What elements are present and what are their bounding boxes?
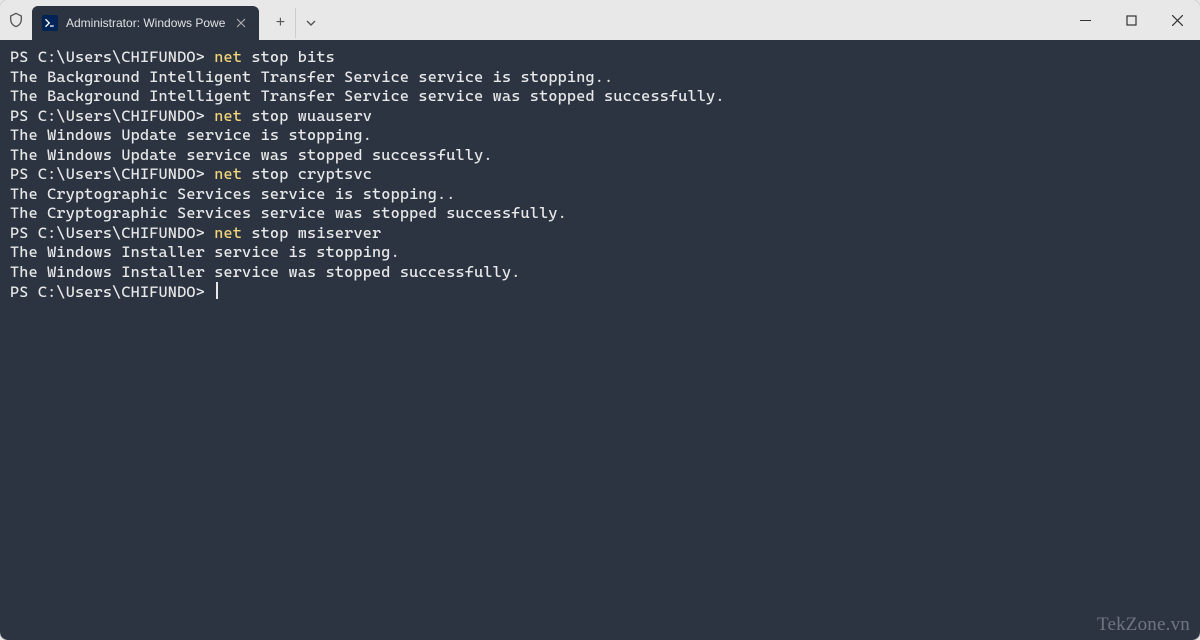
close-button[interactable] (1154, 0, 1200, 40)
powershell-icon (42, 15, 58, 31)
terminal-line: PS C:\Users\CHIFUNDO> (10, 282, 1190, 303)
minimize-button[interactable] (1062, 0, 1108, 40)
terminal-line: PS C:\Users\CHIFUNDO> net stop cryptsvc (10, 165, 1190, 185)
watermark: TekZone.vn (1097, 615, 1190, 635)
terminal-output[interactable]: PS C:\Users\CHIFUNDO> net stop bitsThe B… (0, 40, 1200, 640)
tab-dropdown-button[interactable] (295, 8, 325, 38)
terminal-window: Administrator: Windows Powe + (0, 0, 1200, 640)
cursor-caret (216, 282, 218, 299)
terminal-line: The Windows Update service was stopped s… (10, 146, 1190, 166)
terminal-line: PS C:\Users\CHIFUNDO> net stop bits (10, 48, 1190, 68)
terminal-tab[interactable]: Administrator: Windows Powe (32, 6, 259, 40)
terminal-line: The Windows Installer service is stoppin… (10, 243, 1190, 263)
terminal-line: The Background Intelligent Transfer Serv… (10, 68, 1190, 88)
titlebar: Administrator: Windows Powe + (0, 0, 1200, 40)
admin-shield-icon (0, 0, 32, 40)
terminal-line: PS C:\Users\CHIFUNDO> net stop msiserver (10, 224, 1190, 244)
terminal-line: The Windows Update service is stopping. (10, 126, 1190, 146)
terminal-line: The Windows Installer service was stoppe… (10, 263, 1190, 283)
maximize-button[interactable] (1108, 0, 1154, 40)
tab-close-button[interactable] (233, 15, 249, 31)
window-controls (1062, 0, 1200, 40)
terminal-line: PS C:\Users\CHIFUNDO> net stop wuauserv (10, 107, 1190, 127)
terminal-line: The Cryptographic Services service is st… (10, 185, 1190, 205)
tab-title: Administrator: Windows Powe (66, 16, 225, 30)
terminal-line: The Cryptographic Services service was s… (10, 204, 1190, 224)
terminal-line: The Background Intelligent Transfer Serv… (10, 87, 1190, 107)
new-tab-button[interactable]: + (265, 8, 295, 38)
